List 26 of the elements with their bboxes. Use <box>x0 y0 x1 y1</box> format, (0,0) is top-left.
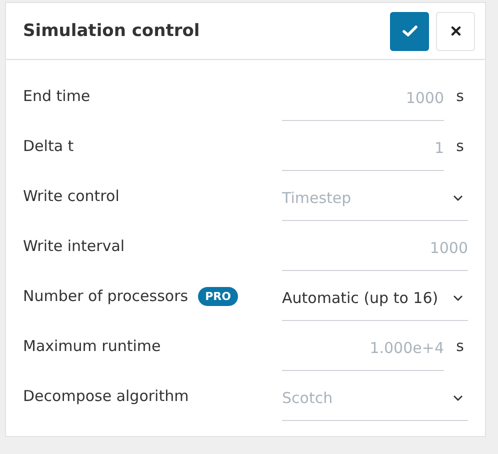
pro-badge: PRO <box>198 286 238 306</box>
field-label: Delta t <box>23 137 74 155</box>
unit-label: s <box>455 137 465 155</box>
close-button[interactable] <box>436 12 475 50</box>
number-field[interactable]: 1.000e+4 <box>282 325 444 371</box>
number-field[interactable]: 1 <box>282 125 444 171</box>
chevron-down-icon <box>453 294 463 300</box>
dropdown-field[interactable]: Scotch <box>282 375 468 421</box>
dropdown-field[interactable]: Timestep <box>282 175 468 221</box>
field-label: Maximum runtime <box>23 337 161 355</box>
confirm-button[interactable] <box>390 12 429 50</box>
close-icon <box>450 26 460 36</box>
field-label: Number of processors <box>23 287 188 305</box>
unit-label: s <box>455 87 465 105</box>
chevron-down-icon <box>453 394 463 400</box>
checkmark-icon <box>402 25 418 37</box>
field-label: End time <box>23 87 90 105</box>
field-label: Write control <box>23 187 120 205</box>
dropdown-field[interactable]: Automatic (up to 16) <box>282 275 468 321</box>
field-label: Write interval <box>23 237 125 255</box>
unit-label: s <box>455 337 465 355</box>
field-label: Decompose algorithm <box>23 387 189 405</box>
number-field[interactable]: 1000 <box>282 75 444 121</box>
number-field[interactable]: 1000 <box>282 225 468 271</box>
panel-title: Simulation control <box>23 21 201 41</box>
chevron-down-icon <box>453 194 463 200</box>
